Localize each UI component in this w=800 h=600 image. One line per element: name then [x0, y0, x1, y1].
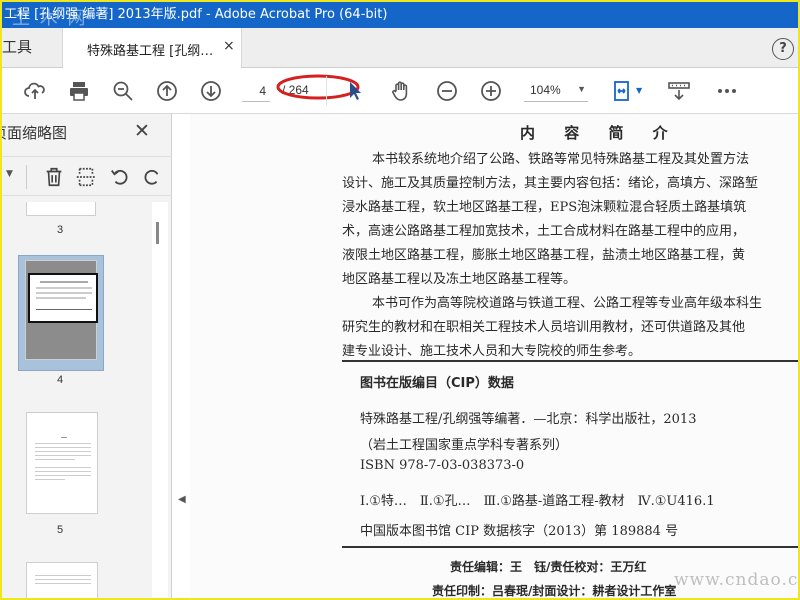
close-tab-icon[interactable]: × [223, 38, 235, 54]
hand-icon[interactable] [388, 78, 414, 104]
tab-tools[interactable]: 工具 [2, 36, 32, 57]
intro-line: 本书较系统地介绍了公路、铁路等常见特殊路基工程及其处置方法 [372, 152, 750, 167]
intro-line: 建专业设计、施工技术人员和大专院校的师生参考。 [342, 344, 642, 359]
panel-title: 页面缩略图 [2, 124, 68, 142]
watermark-bottom: www.cndao.com [674, 570, 798, 590]
zoom-in-icon[interactable] [478, 78, 504, 104]
document-tab-label: 特殊路基工程 [孔纲… [87, 44, 214, 59]
thumbnail-page-5[interactable] [26, 412, 98, 514]
thumbnail-page-6[interactable] [26, 562, 98, 598]
rotate-left-icon[interactable] [108, 165, 132, 189]
print-icon[interactable] [66, 78, 92, 104]
close-panel-icon[interactable]: ✕ [134, 120, 150, 142]
zoom-out-search-icon[interactable] [110, 78, 136, 104]
document-viewer[interactable]: 内 容 简 介 本书较系统地介绍了公路、铁路等常见特殊路基工程及其处置方法 设计… [190, 114, 798, 598]
intro-line: 设计、施工及其质量控制方法，其主要内容包括：绪论，高填方、深路堑 [342, 176, 759, 191]
thumbnail-list: 3 4 5 [2, 202, 152, 598]
zoom-value: 104% [530, 83, 561, 97]
thumbnail-scrollbar-thumb[interactable] [156, 222, 159, 244]
thumbnail-toolbar: ▼ [2, 156, 172, 196]
more-icon[interactable] [714, 78, 740, 104]
zoom-level-select[interactable]: 104% ▼ [524, 80, 588, 102]
thumbnail-scrollbar[interactable] [152, 202, 168, 598]
credit-line: 责任印制：吕春珉/封面设计：耕者设计工作室 [432, 584, 677, 598]
intro-line: 研究生的教材和在职相关工程技术人员培训用教材，还可供道路及其他 [342, 320, 746, 335]
pdf-page: 内 容 简 介 本书较系统地介绍了公路、铁路等常见特殊路基工程及其处置方法 设计… [190, 114, 798, 598]
tab-bar: 工具 特殊路基工程 [孔纲… × ? [2, 28, 798, 68]
cip-line: ISBN 978-7-03-038373-0 [360, 458, 525, 473]
cip-line: Ⅰ.①特… Ⅱ.①孔… Ⅲ.①路基-道路工程-教材 Ⅳ.①U416.1 [360, 494, 715, 509]
intro-line: 液限土地区路基工程，膨胀土地区路基工程，盐渍土地区路基工程，黄 [342, 248, 746, 263]
intro-line: 术，高速公路路基工程加宽技术，土工合成材料在路基工程中的应用， [342, 224, 746, 239]
help-icon[interactable]: ? [772, 38, 794, 60]
intro-line: 浸水路基工程，软土地区路基工程，EPS泡沫颗粒混合轻质土路基填筑 [342, 200, 747, 215]
cloud-upload-icon[interactable] [22, 78, 48, 104]
fit-page-icon[interactable] [610, 78, 636, 104]
zoom-out-icon[interactable] [434, 78, 460, 104]
thumbnail-page-number: 4 [57, 374, 64, 386]
extract-pages-icon[interactable] [74, 165, 98, 189]
intro-heading: 内 容 简 介 [520, 124, 680, 142]
cip-line: 特殊路基工程/孔纲强等编著．—北京：科学出版社，2013 [360, 412, 697, 427]
scroll-mode-icon[interactable] [666, 78, 692, 104]
select-cursor-icon[interactable] [342, 78, 368, 104]
bottom-rule [342, 546, 798, 548]
cip-line: 中国版本图书馆 CIP 数据核字（2013）第 189884 号 [360, 524, 679, 539]
trash-icon[interactable] [42, 165, 66, 189]
thumbnail-page-3[interactable] [26, 202, 96, 216]
thumbnail-page-4[interactable] [25, 260, 98, 360]
cip-line: （岩土工程国家重点学科专著系列） [360, 438, 569, 453]
intro-line: 本书可作为高等院校道路与铁道工程、公路工程等专业高年级本科生 [372, 296, 763, 311]
collapse-panel-arrow-icon[interactable]: ◀ [178, 494, 186, 505]
page-number-input[interactable] [242, 80, 270, 102]
toolbar: / 264 104% ▼ ▼ [2, 68, 798, 114]
thumbnail-page-number: 5 [57, 524, 64, 536]
watermark-top: 土 木 网 [12, 8, 88, 28]
acrobat-window: 工程 [孔纲强 编著] 2013年版.pdf - Adobe Acrobat P… [2, 2, 798, 598]
panel-tool-separator [26, 165, 27, 189]
intro-line: 地区路基工程以及冻土地区路基工程等。 [342, 272, 577, 287]
fit-dropdown-caret[interactable]: ▼ [636, 86, 642, 95]
credit-line: 责任编辑：王 钰/责任校对：王万红 [450, 560, 647, 574]
prev-page-icon[interactable] [154, 78, 180, 104]
chevron-down-icon: ▼ [577, 84, 586, 94]
toolbar-separator [326, 76, 327, 106]
window-title-bar: 工程 [孔纲强 编著] 2013年版.pdf - Adobe Acrobat P… [2, 2, 798, 28]
options-dropdown-caret[interactable]: ▼ [6, 169, 13, 179]
page-thumbnails-panel: 页面缩略图 ✕ ▼ 3 [2, 114, 186, 598]
tab-document[interactable]: 特殊路基工程 [孔纲… × [62, 28, 242, 68]
thumbnail-page-number: 3 [57, 224, 64, 236]
top-rule [342, 360, 798, 362]
cip-heading: 图书在版编目（CIP）数据 [360, 376, 514, 391]
rotate-right-icon[interactable] [140, 165, 164, 189]
next-page-icon[interactable] [198, 78, 224, 104]
thumbnail-viewport-box[interactable] [28, 273, 98, 323]
